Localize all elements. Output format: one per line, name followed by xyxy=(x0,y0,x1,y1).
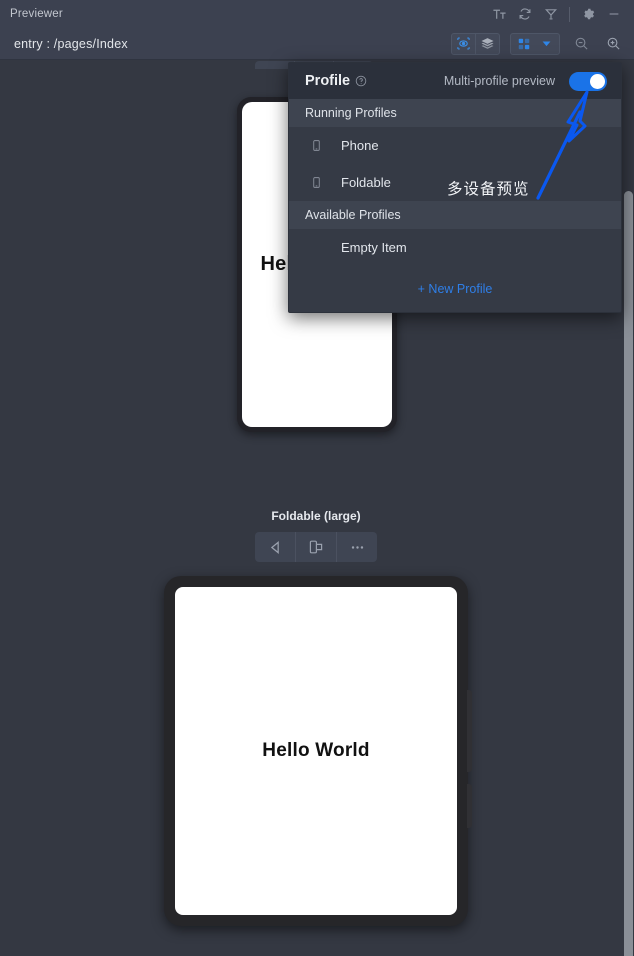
profile-item-phone[interactable]: Phone xyxy=(289,127,621,164)
multi-profile-preview-label: Multi-profile preview xyxy=(443,74,555,88)
screen-text-foldable: Hello World xyxy=(262,740,370,761)
entry-toolbar: entry : /pages/Index xyxy=(0,28,634,60)
plug-icon[interactable] xyxy=(539,3,563,25)
title-bar-actions xyxy=(487,3,626,25)
profile-panel-footer: + New Profile xyxy=(289,266,621,312)
title-bar: Previewer xyxy=(0,0,634,28)
profile-item-label: Phone xyxy=(341,138,379,153)
profile-item-label: Foldable xyxy=(341,175,391,190)
preview-foldable: Foldable (large) Hello World xyxy=(164,509,472,926)
multi-profile-preview-toggle[interactable] xyxy=(569,71,607,91)
device-label-foldable: Foldable (large) xyxy=(271,509,361,523)
window-title: Previewer xyxy=(10,8,63,20)
toolbar-right-group xyxy=(451,32,624,55)
toolbar-divider xyxy=(569,6,570,22)
more-options-icon[interactable] xyxy=(337,532,377,562)
toggle-knob xyxy=(590,73,605,89)
device-side-button-power xyxy=(467,784,472,828)
device-frame-foldable[interactable]: Hello World xyxy=(164,576,472,926)
view-mode-group xyxy=(451,32,500,55)
phone-device-icon xyxy=(305,176,327,189)
device-side-button-volume xyxy=(467,690,472,772)
settings-gear-icon[interactable] xyxy=(576,3,600,25)
section-header-available-profiles: Available Profiles xyxy=(289,201,621,229)
zoom-in-icon[interactable] xyxy=(602,33,624,55)
refresh-icon[interactable] xyxy=(513,3,537,25)
grid-layout-icon[interactable] xyxy=(514,34,534,54)
annotation-text: 多设备预览 xyxy=(447,180,530,198)
back-triangle-icon[interactable] xyxy=(255,532,295,562)
minimize-icon[interactable] xyxy=(602,3,626,25)
profile-item-label: Empty Item xyxy=(341,240,407,255)
device-screen-foldable: Hello World xyxy=(175,587,457,915)
help-circle-icon[interactable] xyxy=(355,75,367,87)
previewer-window: Previewer entry: /pages/Index Hello Fol… xyxy=(0,0,634,956)
chevron-down-icon[interactable] xyxy=(536,34,556,54)
zoom-out-icon[interactable] xyxy=(570,33,592,55)
fold-device-icon[interactable] xyxy=(296,532,336,562)
entry-path-label: entry : /pages/Index xyxy=(14,36,128,51)
profile-item-empty[interactable]: Empty Item xyxy=(289,229,621,266)
eye-inspect-icon[interactable] xyxy=(452,34,475,54)
device-toolbar-foldable xyxy=(255,532,377,562)
section-header-running-profiles: Running Profiles xyxy=(289,99,621,127)
phone-device-icon xyxy=(305,139,327,152)
profile-panel-title: Profile xyxy=(305,73,351,89)
layout-mode-group xyxy=(510,32,560,55)
new-profile-button[interactable]: + New Profile xyxy=(418,282,493,296)
profile-panel-header: Profile Multi-profile preview xyxy=(289,63,621,99)
text-size-icon[interactable] xyxy=(487,3,511,25)
layers-icon[interactable] xyxy=(476,34,499,54)
canvas-scrollbar[interactable] xyxy=(624,191,633,956)
